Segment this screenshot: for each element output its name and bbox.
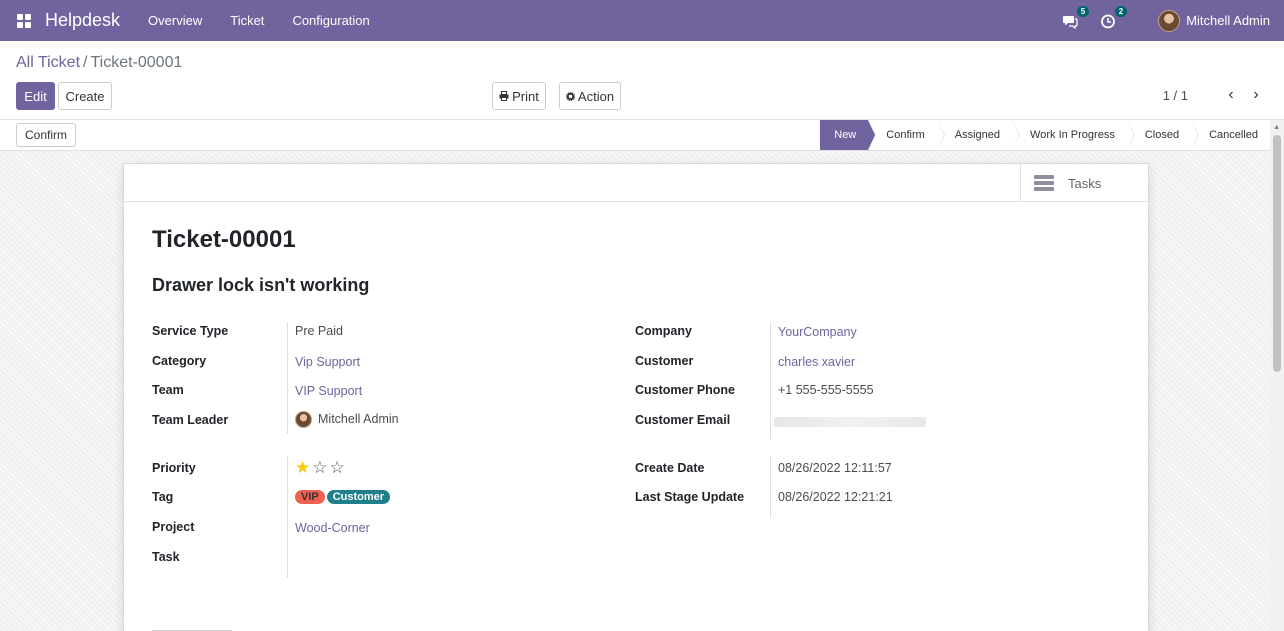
category-value[interactable]: Vip Support: [295, 355, 360, 369]
priority-label: Priority: [152, 461, 196, 475]
pager-previous-icon[interactable]: ‹: [1225, 86, 1237, 104]
left-group-divider-2: [287, 456, 288, 578]
gear-icon: [565, 91, 575, 101]
stage-pipeline: New Confirm Assigned Work In Progress Cl…: [820, 120, 1270, 150]
scroll-up-icon[interactable]: ▲: [1273, 124, 1280, 131]
team-value[interactable]: VIP Support: [295, 384, 362, 398]
company-value[interactable]: YourCompany: [778, 325, 857, 339]
status-bar: Confirm New Confirm Assigned Work In Pro…: [0, 120, 1284, 151]
tasks-icon: [1034, 175, 1054, 191]
last-stage-update-label: Last Stage Update: [635, 490, 745, 504]
messages-icon[interactable]: 5: [1062, 5, 1090, 29]
customer-label: Customer: [635, 354, 694, 368]
right-group-divider: [770, 322, 771, 440]
team-leader-field[interactable]: Mitchell Admin: [295, 411, 399, 428]
team-leader-label: Team Leader: [152, 413, 229, 427]
last-stage-update-value: 08/26/2022 12:21:21: [778, 490, 893, 504]
print-button[interactable]: Print: [492, 82, 546, 110]
tag-label: Tag: [152, 490, 174, 504]
print-icon: [499, 91, 509, 101]
team-leader-value: Mitchell Admin: [318, 411, 399, 426]
left-group-divider: [287, 322, 288, 434]
create-date-value: 08/26/2022 12:11:57: [778, 461, 892, 475]
priority-star-3-icon[interactable]: ☆: [330, 458, 347, 477]
ticket-subject[interactable]: Drawer lock isn't working: [152, 275, 369, 296]
stage-confirm[interactable]: Confirm: [868, 120, 945, 150]
tasks-smart-button[interactable]: Tasks: [1020, 164, 1148, 202]
top-navbar: Helpdesk Overview Ticket Configuration 5…: [0, 0, 1284, 41]
breadcrumb-current: Ticket-00001: [90, 54, 183, 71]
pager-next-icon[interactable]: ›: [1250, 86, 1262, 104]
scrollbar-thumb[interactable]: [1273, 135, 1281, 372]
create-button[interactable]: Create: [58, 82, 112, 110]
pager-value[interactable]: 1 / 1: [1163, 88, 1188, 103]
right-group-divider-2: [770, 456, 771, 518]
user-avatar[interactable]: [1158, 9, 1181, 32]
control-panel: All Ticket / Ticket-00001 Edit Create Prin…: [0, 41, 1284, 120]
customer-phone-value[interactable]: +1 555-555-5555: [778, 383, 874, 397]
priority-stars: ★☆☆: [295, 458, 347, 478]
app-title[interactable]: Helpdesk: [45, 10, 120, 31]
project-value[interactable]: Wood-Corner: [295, 521, 370, 535]
activities-clock-icon[interactable]: 2: [1100, 5, 1128, 29]
apps-menu-icon[interactable]: [17, 13, 31, 28]
customer-value[interactable]: charles xavier: [778, 355, 855, 369]
stage-closed[interactable]: Closed: [1127, 120, 1200, 150]
form-sheet: Tasks Ticket-00001 Drawer lock isn't wor…: [123, 163, 1149, 631]
tag-vip[interactable]: VIP: [295, 490, 325, 504]
user-name[interactable]: Mitchell Admin: [1186, 13, 1270, 28]
category-label: Category: [152, 354, 207, 368]
customer-phone-label: Customer Phone: [635, 383, 736, 397]
messages-count-badge: 5: [1076, 5, 1090, 17]
tag-customer[interactable]: Customer: [326, 490, 391, 504]
tasks-label: Tasks: [1068, 175, 1102, 191]
activities-count-badge: 2: [1114, 5, 1128, 17]
tag-list[interactable]: VIP Customer: [295, 489, 392, 504]
menu-overview[interactable]: Overview: [148, 13, 202, 28]
action-button[interactable]: Action: [559, 82, 621, 110]
stage-assigned[interactable]: Assigned: [937, 120, 1021, 150]
edit-button[interactable]: Edit: [16, 82, 55, 110]
stage-work-in-progress[interactable]: Work In Progress: [1012, 120, 1135, 150]
team-leader-avatar: [295, 411, 312, 428]
create-date-label: Create Date: [635, 461, 705, 475]
action-label: Action: [577, 88, 615, 104]
breadcrumb: All Ticket / Ticket-00001: [16, 54, 182, 72]
task-label: Task: [152, 550, 180, 564]
ticket-number: Ticket-00001: [152, 226, 296, 253]
customer-email-value[interactable]: [774, 417, 926, 427]
customer-email-label: Customer Email: [635, 413, 731, 427]
confirm-button[interactable]: Confirm: [16, 123, 76, 147]
breadcrumb-separator: /: [83, 54, 88, 71]
priority-star-2-icon[interactable]: ☆: [312, 458, 329, 477]
menu-configuration[interactable]: Configuration: [292, 13, 369, 28]
stage-cancelled[interactable]: Cancelled: [1191, 120, 1270, 150]
smart-button-box: Tasks: [124, 164, 1148, 202]
form-background: Tasks Ticket-00001 Drawer lock isn't wor…: [0, 151, 1270, 631]
service-type-value[interactable]: Pre Paid: [295, 324, 343, 338]
menu-ticket[interactable]: Ticket: [230, 13, 264, 28]
company-label: Company: [635, 324, 692, 338]
team-label: Team: [152, 383, 184, 397]
project-label: Project: [152, 520, 195, 534]
print-label: Print: [512, 88, 539, 104]
breadcrumb-all-ticket[interactable]: All Ticket: [16, 54, 80, 71]
service-type-label: Service Type: [152, 324, 229, 338]
priority-star-1-icon[interactable]: ★: [295, 458, 312, 477]
stage-new[interactable]: New: [820, 120, 877, 150]
